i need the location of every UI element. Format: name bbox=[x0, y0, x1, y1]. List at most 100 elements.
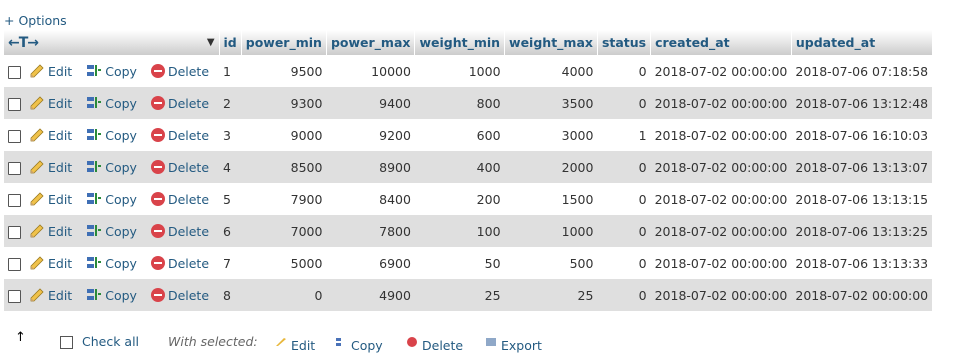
edit-cell: Edit bbox=[25, 247, 83, 279]
delete-button[interactable]: Delete bbox=[150, 95, 209, 111]
copy-button[interactable]: Copy bbox=[86, 160, 137, 175]
copy-cell: Copy bbox=[82, 183, 147, 215]
copy-button[interactable]: Copy bbox=[86, 224, 137, 239]
edit-button[interactable]: Edit bbox=[29, 256, 72, 271]
table-row[interactable]: Edit Copy Delete 4 8500 8900 400 2000 0 2018-07-0… bbox=[4, 151, 933, 183]
edit-button[interactable]: Edit bbox=[29, 224, 72, 239]
table-row[interactable]: Edit Copy Delete 2 9300 9400 800 3500 0 2018-07-0… bbox=[4, 87, 933, 119]
edit-button[interactable]: Edit bbox=[29, 128, 72, 143]
delete-icon bbox=[150, 95, 165, 110]
header-created-at[interactable]: created_at bbox=[650, 30, 792, 55]
cell-power-max: 10000 bbox=[326, 55, 415, 87]
table-row[interactable]: Edit Copy Delete 3 9000 9200 600 3000 1 2018-07-0… bbox=[4, 119, 933, 151]
cell-weight-min: 1000 bbox=[414, 55, 505, 87]
delete-button[interactable]: Delete bbox=[150, 159, 209, 175]
table-row[interactable]: Edit Copy Delete 8 0 4900 25 25 0 2018-07-02 00:0… bbox=[4, 279, 933, 311]
edit-button[interactable]: Edit bbox=[29, 160, 72, 175]
cell-power-max: 8400 bbox=[326, 183, 415, 215]
row-checkbox[interactable] bbox=[8, 289, 21, 303]
copy-button[interactable]: Copy bbox=[86, 64, 137, 79]
table-row[interactable]: Edit Copy Delete 1 9500 10000 1000 4000 0 2018-07… bbox=[4, 55, 933, 87]
delete-cell: Delete bbox=[146, 247, 220, 279]
cell-weight-max: 4000 bbox=[504, 55, 598, 87]
header-weight-max[interactable]: weight_max bbox=[504, 30, 598, 55]
edit-button[interactable]: Edit bbox=[29, 96, 72, 111]
edit-button[interactable]: Edit bbox=[29, 64, 72, 79]
copy-button[interactable]: Copy bbox=[86, 192, 137, 207]
sort-dropdown-icon[interactable]: ▼ bbox=[207, 37, 215, 48]
copy-icon bbox=[87, 192, 102, 204]
edit-cell: Edit bbox=[25, 279, 83, 311]
copy-icon bbox=[87, 256, 102, 268]
cell-power-min: 5000 bbox=[241, 247, 327, 279]
cell-weight-min: 600 bbox=[414, 119, 505, 151]
delete-button[interactable]: Delete bbox=[150, 223, 209, 239]
row-checkbox[interactable] bbox=[8, 65, 21, 79]
bulk-export-button[interactable]: Export bbox=[485, 334, 542, 353]
edit-cell: Edit bbox=[25, 55, 83, 87]
header-weight-min[interactable]: weight_min bbox=[414, 30, 506, 55]
cell-status: 0 bbox=[597, 279, 651, 311]
edit-cell: Edit bbox=[25, 87, 83, 119]
row-checkbox[interactable] bbox=[8, 161, 21, 175]
header-status[interactable]: status bbox=[597, 30, 652, 55]
cell-id: 4 bbox=[219, 151, 242, 183]
row-checkbox[interactable] bbox=[8, 257, 21, 271]
copy-cell: Copy bbox=[82, 215, 147, 247]
row-checkbox[interactable] bbox=[8, 129, 21, 143]
cell-power-min: 9500 bbox=[241, 55, 327, 87]
row-checkbox[interactable] bbox=[8, 225, 21, 239]
delete-button[interactable]: Delete bbox=[150, 191, 209, 207]
table-row[interactable]: Edit Copy Delete 6 7000 7800 100 1000 0 2018-07-0… bbox=[4, 215, 933, 247]
bulk-delete-button[interactable]: Delete bbox=[406, 334, 463, 353]
delete-button[interactable]: Delete bbox=[150, 255, 209, 271]
header-power-min[interactable]: power_min bbox=[241, 30, 327, 55]
edit-cell: Edit bbox=[25, 119, 83, 151]
cell-weight-max: 1500 bbox=[504, 183, 598, 215]
cell-created-at: 2018-07-02 00:00:00 bbox=[650, 55, 792, 87]
delete-button[interactable]: Delete bbox=[150, 287, 209, 303]
delete-button[interactable]: Delete bbox=[150, 127, 209, 143]
check-all-label[interactable]: Check all bbox=[82, 334, 139, 349]
edit-button[interactable]: Edit bbox=[29, 192, 72, 207]
copy-button[interactable]: Copy bbox=[86, 288, 137, 303]
table-row[interactable]: Edit Copy Delete 5 7900 8400 200 1500 0 2018-07-0… bbox=[4, 183, 933, 215]
bulk-edit-button[interactable]: Edit bbox=[275, 334, 315, 353]
row-checkbox-cell bbox=[4, 119, 25, 151]
column-toggle-header[interactable]: ←T→ ▼ bbox=[4, 30, 220, 55]
cell-created-at: 2018-07-02 00:00:00 bbox=[650, 247, 792, 279]
cell-weight-max: 3000 bbox=[504, 119, 598, 151]
cell-power-max: 9200 bbox=[326, 119, 415, 151]
copy-button[interactable]: Copy bbox=[86, 256, 137, 271]
copy-button[interactable]: Copy bbox=[86, 128, 137, 143]
copy-icon bbox=[87, 128, 102, 140]
delete-icon bbox=[150, 127, 165, 142]
bulk-copy-button[interactable]: Copy bbox=[335, 334, 383, 353]
copy-button[interactable]: Copy bbox=[86, 96, 137, 111]
copy-cell: Copy bbox=[82, 55, 147, 87]
header-updated-at[interactable]: updated_at bbox=[791, 30, 933, 55]
cell-updated-at: 2018-07-06 13:13:07 bbox=[791, 151, 933, 183]
header-row: ←T→ ▼ id power_min power_max weight_min … bbox=[4, 30, 933, 55]
cell-id: 3 bbox=[219, 119, 242, 151]
copy-cell: Copy bbox=[82, 279, 147, 311]
table-row[interactable]: Edit Copy Delete 7 5000 6900 50 500 0 2018-07-02 … bbox=[4, 247, 933, 279]
cell-weight-min: 800 bbox=[414, 87, 505, 119]
row-checkbox[interactable] bbox=[8, 193, 21, 207]
cell-status: 0 bbox=[597, 87, 651, 119]
row-checkbox[interactable] bbox=[8, 97, 21, 111]
cell-status: 0 bbox=[597, 151, 651, 183]
cell-power-min: 8500 bbox=[241, 151, 327, 183]
delete-cell: Delete bbox=[146, 119, 220, 151]
edit-button[interactable]: Edit bbox=[29, 288, 72, 303]
cell-created-at: 2018-07-02 00:00:00 bbox=[650, 183, 792, 215]
delete-icon bbox=[150, 255, 165, 270]
column-arrows-icon[interactable]: ←T→ bbox=[8, 35, 39, 51]
cell-updated-at: 2018-07-02 00:00:00 bbox=[791, 279, 933, 311]
delete-icon bbox=[150, 63, 165, 78]
check-all-checkbox[interactable] bbox=[60, 336, 73, 349]
header-power-max[interactable]: power_max bbox=[326, 30, 416, 55]
options-link[interactable]: + Options bbox=[4, 13, 67, 28]
header-id[interactable]: id bbox=[219, 30, 242, 55]
delete-button[interactable]: Delete bbox=[150, 63, 209, 79]
